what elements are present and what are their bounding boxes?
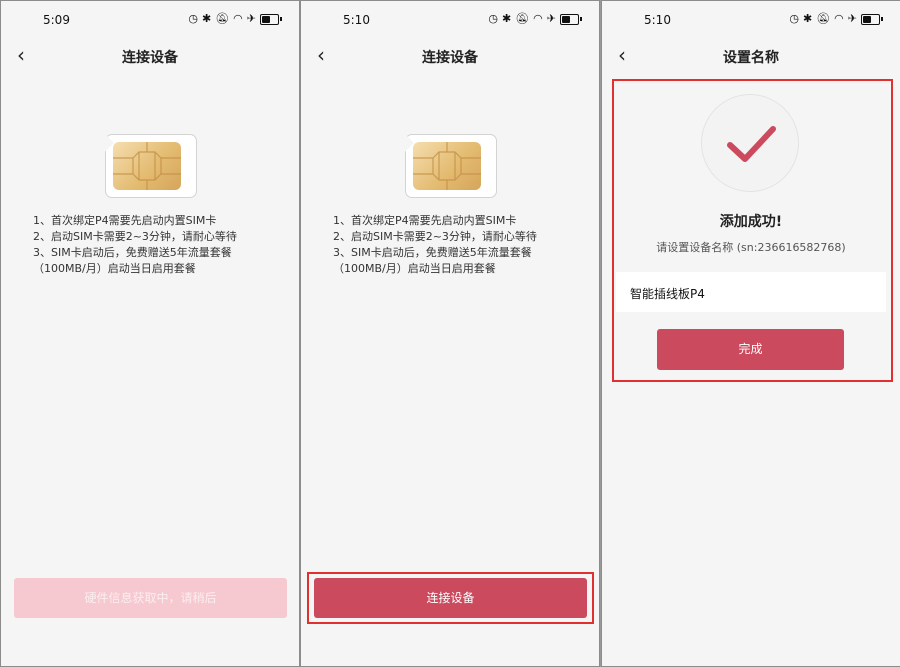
status-icons: ◷ ✱ 🔕︎ ◠ ✈ [789,12,883,26]
status-time: 5:10 [644,13,671,27]
speed-icon: ◷ [488,12,498,25]
sim-card-icon [405,134,497,198]
done-button[interactable]: 完成 [657,329,844,370]
bluetooth-icon: ✱ [802,12,813,25]
device-name-input[interactable] [628,272,872,314]
battery-icon [861,13,883,25]
page-title: 连接设备 [122,50,178,66]
instruction-line: 2、启动SIM卡需要2~3分钟，请耐心等待 [33,230,237,243]
instruction-line: 3、SIM卡启动后，免费赠送5年流量套餐 [33,246,232,259]
instruction-line: 1、首次绑定P4需要先启动内置SIM卡 [333,214,517,227]
bluetooth-icon: ✱ [201,12,212,25]
status-bar: 5:09 ◷ ✱ 🔕︎ ◠ ✈ [1,1,299,39]
nav-bar: ‹ 设置名称 [602,39,900,75]
speed-icon: ◷ [789,12,799,25]
wifi-icon: ◠ [834,12,844,25]
checkmark-icon [727,126,776,162]
sim-chip [413,142,481,190]
status-time: 5:09 [43,13,70,27]
sim-card-icon [105,134,197,198]
battery-icon [560,13,582,25]
instructions: 1、首次绑定P4需要先启动内置SIM卡 2、启动SIM卡需要2~3分钟，请耐心等… [333,213,573,277]
instruction-line: （100MB/月）启动当日启用套餐 [33,262,196,275]
battery-icon [260,13,282,25]
instruction-line: （100MB/月）启动当日启用套餐 [333,262,496,275]
instruction-line: 1、首次绑定P4需要先启动内置SIM卡 [33,214,217,227]
screen-set-name: 5:10 ◷ ✱ 🔕︎ ◠ ✈ ‹ 设置名称 添加成功! 请设置设备名称 (sn… [601,0,900,667]
status-time: 5:10 [343,13,370,27]
wifi-icon: ◠ [533,12,543,25]
wifi-icon: ◠ [233,12,243,25]
airplane-icon: ✈ [246,12,256,25]
nav-bar: ‹ 连接设备 [301,39,599,75]
status-icons: ◷ ✱ 🔕︎ ◠ ✈ [488,12,582,26]
status-bar: 5:10 ◷ ✱ 🔕︎ ◠ ✈ [301,1,599,39]
screen-connect-ready: 5:10 ◷ ✱ 🔕︎ ◠ ✈ ‹ 连接设备 1、首次绑定P4需要先启动内置SI… [300,0,600,667]
connect-device-button[interactable]: 连接设备 [314,578,587,618]
device-name-field [616,272,886,314]
instruction-line: 3、SIM卡启动后，免费赠送5年流量套餐 [333,246,532,259]
sim-chip [113,142,181,190]
mute-icon: 🔕︎ [816,12,831,25]
name-prompt: 请设置设备名称 (sn:236616582768) [656,241,846,254]
success-title: 添加成功! [719,214,783,230]
status-icons: ◷ ✱ 🔕︎ ◠ ✈ [188,12,282,26]
loading-button: 硬件信息获取中，请稍后 [14,578,287,618]
nav-bar: ‹ 连接设备 [1,39,299,75]
screen-connect-waiting: 5:09 ◷ ✱ 🔕︎ ◠ ✈ ‹ 连接设备 1、首次绑定P4需要先启动内置SI… [0,0,300,667]
instructions: 1、首次绑定P4需要先启动内置SIM卡 2、启动SIM卡需要2~3分钟，请耐心等… [33,213,273,277]
success-badge [701,94,799,192]
bluetooth-icon: ✱ [501,12,512,25]
mute-icon: 🔕︎ [515,12,530,25]
speed-icon: ◷ [188,12,198,25]
airplane-icon: ✈ [546,12,556,25]
mute-icon: 🔕︎ [215,12,230,25]
status-bar: 5:10 ◷ ✱ 🔕︎ ◠ ✈ [602,1,900,39]
airplane-icon: ✈ [847,12,857,25]
page-title: 设置名称 [723,50,779,66]
page-title: 连接设备 [422,50,478,66]
instruction-line: 2、启动SIM卡需要2~3分钟，请耐心等待 [333,230,537,243]
